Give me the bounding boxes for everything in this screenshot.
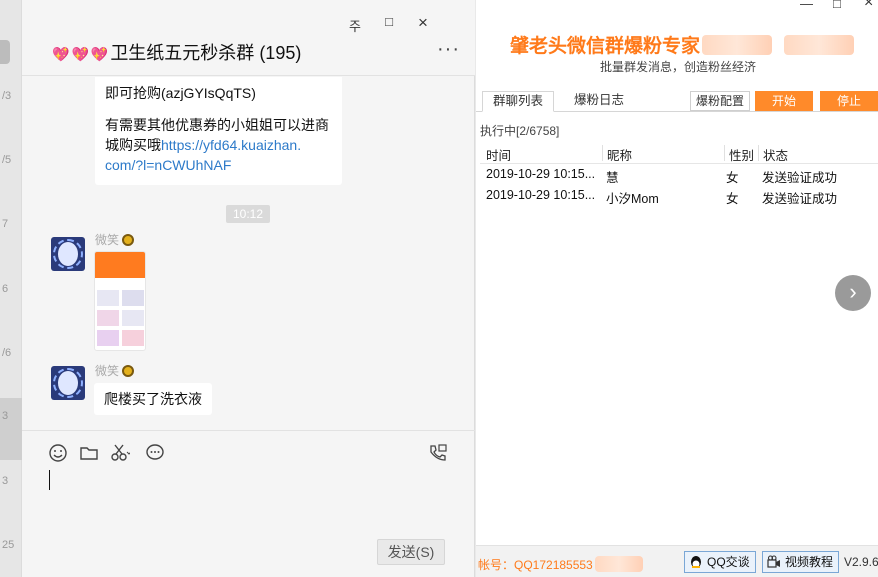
stop-button[interactable]: 停止: [820, 91, 878, 111]
cell-nick: 小汐Mom: [606, 192, 659, 206]
sliver-selected-row: [0, 398, 22, 460]
cell-status: 发送验证成功: [762, 192, 838, 206]
tool-header: — □ × 肈老头微信群爆粉专家 批量群发消息，创造粉丝经济: [476, 0, 878, 78]
sunflower-icon: [122, 234, 135, 246]
image-message[interactable]: [94, 251, 146, 351]
version-label: V2.9.6: [844, 555, 878, 569]
background-window-edge: /3 /5 7 6 /6 3 3 25: [0, 0, 22, 577]
column-header-nick[interactable]: 昵称: [602, 145, 722, 163]
table-header: 时间 昵称 性别 状态: [480, 142, 878, 164]
cell-time: 2019-10-29 10:15...: [486, 188, 596, 202]
sunflower-icon: [122, 365, 135, 377]
timestamp-chip: 10:12: [226, 205, 271, 223]
app-subtitle: 批量群发消息，创造粉丝经济: [600, 60, 757, 74]
cell-time: 2019-10-29 10:15...: [486, 167, 596, 181]
message-line: 即可抢购(azjGYIsQqTS): [105, 85, 256, 101]
execution-status: 执行中[2/6758]: [480, 124, 560, 138]
tab-group-list[interactable]: 群聊列表: [482, 91, 555, 112]
collapse-handle[interactable]: [0, 40, 10, 64]
message-line: 城购买哦: [105, 137, 161, 153]
more-options-button[interactable]: ···: [437, 38, 460, 61]
column-header-gender[interactable]: 性别: [724, 145, 756, 163]
app-title: 肈老头微信群爆粉专家: [510, 31, 855, 58]
sliver-number: /5: [2, 154, 12, 166]
avatar[interactable]: [51, 366, 85, 400]
pin-icon[interactable]: 주: [346, 16, 364, 35]
message-line: 有需要其他优惠券的小姐姐可以进商: [105, 117, 329, 133]
tab-log[interactable]: 爆粉日志: [564, 91, 634, 112]
heart-icon: 💖: [90, 46, 109, 62]
chat-window: 주 □ × 💖 💖 💖 卫生纸五元秒杀群 (195) ··· 即可抢购(azjGYIs…: [22, 0, 475, 577]
video-tutorial-label: 视频教程: [785, 555, 834, 569]
video-camera-icon: [767, 555, 780, 568]
maximize-button[interactable]: □: [833, 0, 841, 11]
cell-gender: 女: [726, 192, 739, 206]
chat-title: 💖 💖 💖 卫生纸五元秒杀群 (195): [52, 39, 301, 65]
status-bar: 帐号：QQ172185553 QQ交谈 视频教程 V2.9.6: [476, 545, 878, 577]
sliver-number: /3: [2, 90, 12, 102]
sliver-number: /6: [2, 347, 12, 359]
tool-window: — □ × 肈老头微信群爆粉专家 批量群发消息，创造粉丝经济 群聊列表 爆粉日志…: [476, 0, 878, 577]
send-button[interactable]: 发送(S): [377, 539, 445, 565]
qq-chat-label: QQ交谈: [707, 555, 750, 569]
redacted-text: [784, 35, 855, 55]
table-row[interactable]: 2019-10-29 10:15... 慧 女 发送验证成功: [480, 164, 878, 185]
message-link[interactable]: https://yfd64.kuaizhan.: [161, 137, 301, 153]
redacted-text: [702, 35, 773, 55]
group-name: 卫生纸五元秒杀群 (195): [110, 43, 302, 63]
redacted-text: [594, 556, 643, 572]
chat-history-icon[interactable]: [145, 443, 165, 463]
message-bubble[interactable]: 即可抢购(azjGYIsQqTS) 有需要其他优惠券的小姐姐可以进商 城购买哦h…: [95, 77, 342, 185]
message-link[interactable]: com/?l=nCWUhNAF: [105, 155, 332, 175]
sliver-number: 25: [2, 539, 15, 551]
close-button[interactable]: ×: [864, 0, 873, 12]
qq-chat-button[interactable]: QQ交谈: [684, 551, 756, 573]
text-caret: [49, 470, 50, 490]
sliver-number: 3: [2, 410, 9, 422]
cell-gender: 女: [726, 171, 739, 185]
heart-icon: 💖: [71, 46, 89, 62]
cell-status: 发送验证成功: [762, 171, 838, 185]
heart-icon: 💖: [52, 46, 70, 62]
sliver-number: 6: [2, 283, 9, 295]
scissors-icon[interactable]: [110, 443, 130, 463]
folder-icon[interactable]: [79, 443, 99, 463]
account-label: 帐号：QQ172185553: [478, 556, 643, 573]
sender-name: 微笑: [95, 231, 135, 248]
avatar[interactable]: [51, 237, 85, 271]
sliver-number: 3: [2, 475, 9, 487]
tab-bar: 群聊列表 爆粉日志: [476, 88, 878, 112]
result-table: 时间 昵称 性别 状态 2019-10-29 10:15... 慧 女 发送验证…: [480, 142, 878, 206]
restore-button[interactable]: □: [380, 14, 398, 29]
phone-call-icon[interactable]: [427, 443, 447, 463]
minimize-button[interactable]: —: [800, 0, 813, 11]
sliver-number: 7: [2, 218, 9, 230]
sender-name: 微笑: [95, 362, 135, 379]
message-bubble[interactable]: 爬楼买了洗衣液: [94, 383, 212, 415]
start-button[interactable]: 开始: [755, 91, 813, 111]
chat-header: 주 □ × 💖 💖 💖 卫生纸五元秒杀群 (195) ···: [22, 0, 475, 76]
config-button[interactable]: 爆粉配置: [690, 91, 750, 111]
table-row[interactable]: 2019-10-29 10:15... 小汐Mom 女 发送验证成功: [480, 185, 878, 206]
message-list[interactable]: 即可抢购(azjGYIsQqTS) 有需要其他优惠券的小姐姐可以进商 城购买哦h…: [22, 77, 475, 429]
close-button[interactable]: ×: [414, 13, 432, 33]
qq-penguin-icon: [691, 556, 701, 568]
next-arrow-button[interactable]: ›: [835, 275, 871, 311]
cell-nick: 慧: [606, 171, 619, 185]
emoji-icon[interactable]: [48, 443, 68, 463]
column-header-time[interactable]: 时间: [482, 145, 600, 163]
column-header-status[interactable]: 状态: [758, 145, 854, 163]
video-tutorial-button[interactable]: 视频教程: [762, 551, 840, 573]
